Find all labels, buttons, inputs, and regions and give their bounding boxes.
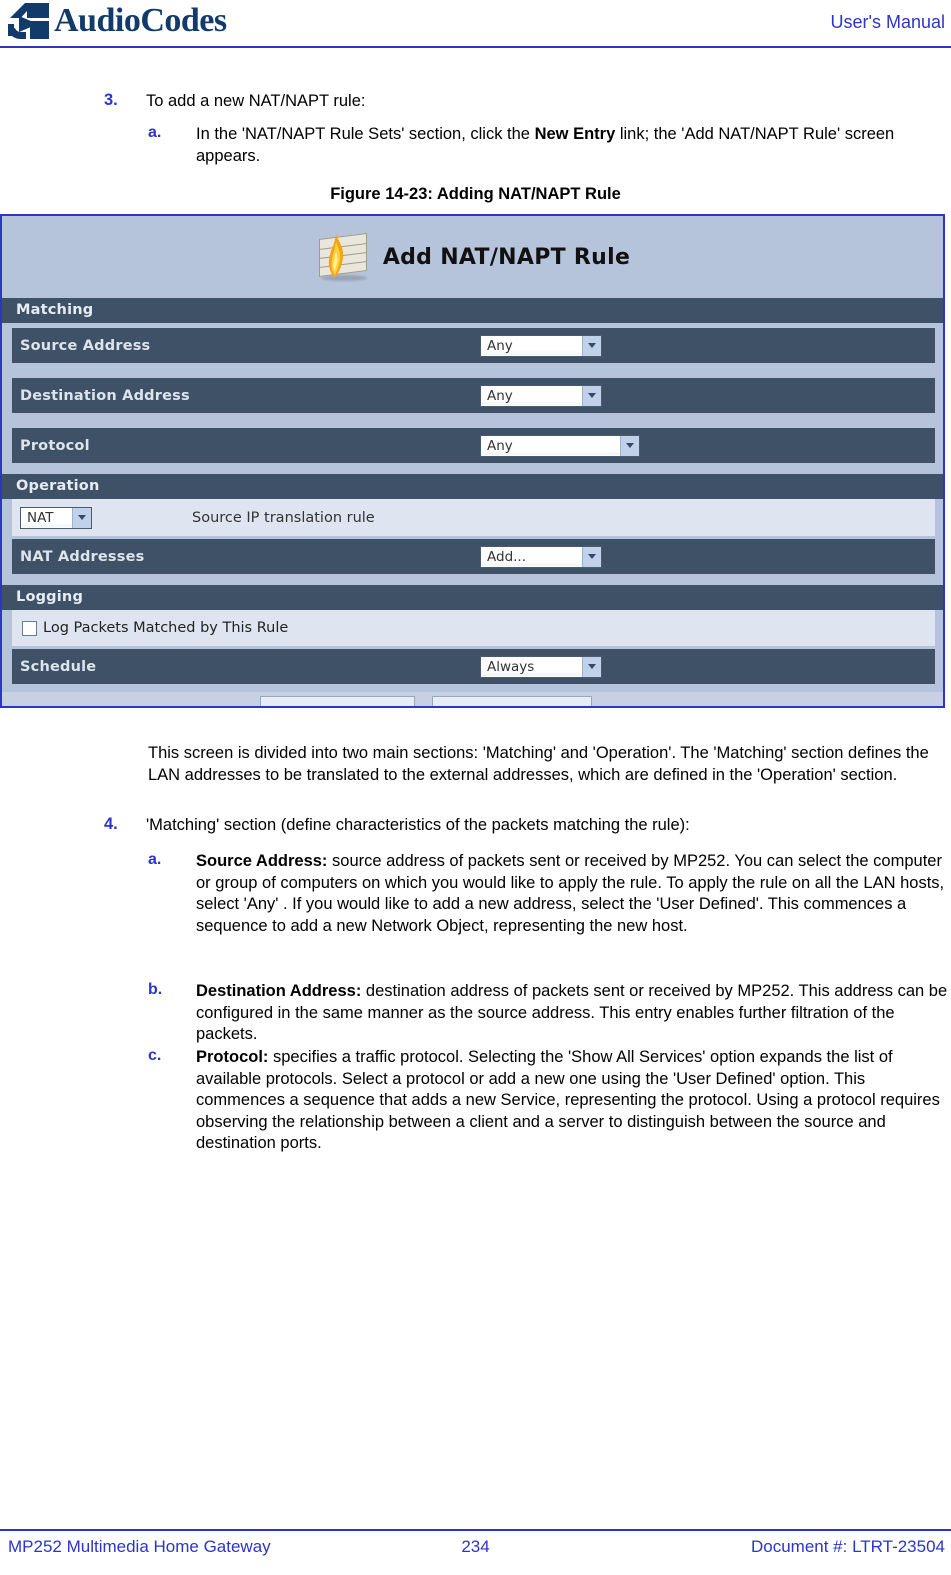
chevron-down-icon[interactable] (582, 656, 601, 677)
label-schedule: Schedule (20, 658, 97, 675)
row-nat-addresses: NAT Addresses Add... (12, 539, 935, 574)
dialog-bottom-strip (2, 692, 943, 706)
row-operation: NAT Source IP translation rule (12, 499, 935, 536)
step-4-text: 'Matching' section (define characteristi… (146, 816, 690, 834)
dialog-button-left-cropped[interactable] (260, 696, 415, 706)
list-item-a-marker: a. (148, 851, 162, 868)
list-item-c-body: specifies a traffic protocol. Selecting … (196, 1048, 940, 1152)
dialog-title-bar: Add NAT/NAPT Rule (2, 216, 943, 298)
step-4-marker: 4. (104, 815, 118, 833)
step-3a: a. In the 'NAT/NAPT Rule Sets' section, … (148, 124, 948, 167)
list-item-c-text: Protocol: specifies a traffic protocol. … (196, 1047, 948, 1155)
list-item-c-marker: c. (148, 1047, 162, 1064)
dialog-title: Add NAT/NAPT Rule (382, 244, 631, 270)
select-operation-type-value: NAT (27, 509, 54, 526)
step-3a-marker: a. (148, 124, 162, 141)
step-3a-part1: In the 'NAT/NAPT Rule Sets' section, cli… (196, 125, 535, 143)
list-item-b-marker: b. (148, 981, 163, 998)
chevron-down-icon[interactable] (620, 435, 639, 456)
row-protocol: Protocol Any (12, 428, 935, 463)
select-schedule-value: Always (487, 658, 535, 675)
list-item-b-bold: Destination Address: (196, 982, 362, 1000)
select-nat-addresses[interactable]: Add... (480, 545, 602, 568)
footer-divider (0, 1529, 951, 1531)
operation-description: Source IP translation rule (192, 509, 375, 526)
select-nat-addresses-value: Add... (487, 548, 527, 565)
header-divider (0, 46, 951, 48)
list-item-destination-address: b. Destination Address: destination addr… (148, 981, 948, 1046)
paragraph-screen-overview: This screen is divided into two main sec… (148, 744, 929, 784)
select-destination-address-value: Any (487, 387, 513, 404)
row-logging: Log Packets Matched by This Rule (12, 610, 935, 646)
select-protocol-value: Any (487, 437, 513, 454)
step-3-text: To add a new NAT/NAPT rule: (146, 92, 366, 110)
step-3: 3. To add a new NAT/NAPT rule: (104, 91, 934, 112)
select-schedule[interactable]: Always (480, 655, 602, 678)
chevron-down-icon[interactable] (582, 385, 601, 406)
list-item-source-address: a. Source Address: source address of pac… (148, 851, 948, 937)
page-header: AudioCodes User's Manual (0, 0, 951, 52)
list-item-a-bold: Source Address: (196, 852, 328, 870)
list-item-protocol: c. Protocol: specifies a traffic protoco… (148, 1047, 948, 1155)
audiocodes-logo-icon (8, 2, 50, 40)
checkbox-log-packets[interactable] (22, 620, 37, 636)
figure-caption: Figure 14-23: Adding NAT/NAPT Rule (330, 185, 621, 203)
select-operation-type[interactable]: NAT (20, 506, 92, 529)
label-destination-address: Destination Address (20, 387, 190, 404)
label-log-packets: Log Packets Matched by This Rule (43, 620, 289, 636)
row-destination-address: Destination Address Any (12, 378, 935, 413)
label-nat-addresses: NAT Addresses (20, 548, 145, 565)
label-source-address: Source Address (20, 337, 151, 354)
select-source-address[interactable]: Any (480, 334, 602, 357)
chevron-down-icon[interactable] (582, 546, 601, 567)
dialog-button-right-cropped[interactable] (432, 696, 592, 706)
step-3a-text: In the 'NAT/NAPT Rule Sets' section, cli… (196, 124, 948, 167)
list-item-c-bold: Protocol: (196, 1048, 269, 1066)
logo-wordmark: AudioCodes (54, 2, 227, 39)
label-protocol: Protocol (20, 437, 90, 454)
page-footer: MP252 Multimedia Home Gateway 234 Docume… (0, 1537, 951, 1565)
chevron-down-icon[interactable] (582, 335, 601, 356)
section-header-logging: Logging (2, 585, 943, 610)
select-source-address-value: Any (487, 337, 513, 354)
step-3-marker: 3. (104, 91, 118, 109)
select-protocol[interactable]: Any (480, 434, 640, 457)
firewall-icon (315, 231, 373, 283)
chevron-down-icon[interactable] (72, 507, 91, 528)
manual-label: User's Manual (830, 12, 945, 32)
new-entry-link-name: New Entry (534, 125, 616, 143)
section-header-matching: Matching (2, 298, 943, 323)
row-source-address: Source Address Any (12, 328, 935, 363)
step-4: 4. 'Matching' section (define characteri… (104, 815, 934, 836)
audiocodes-logo: AudioCodes (8, 2, 227, 40)
list-item-b-text: Destination Address: destination address… (196, 981, 948, 1046)
list-item-a-text: Source Address: source address of packet… (196, 851, 948, 937)
section-header-operation: Operation (2, 474, 943, 499)
footer-document-number: Document #: LTRT-23504 (750, 1537, 945, 1556)
embedded-screenshot-add-nat-napt-rule: Add NAT/NAPT Rule Matching Source Addres… (0, 214, 945, 708)
select-destination-address[interactable]: Any (480, 384, 602, 407)
row-schedule: Schedule Always (12, 649, 935, 684)
